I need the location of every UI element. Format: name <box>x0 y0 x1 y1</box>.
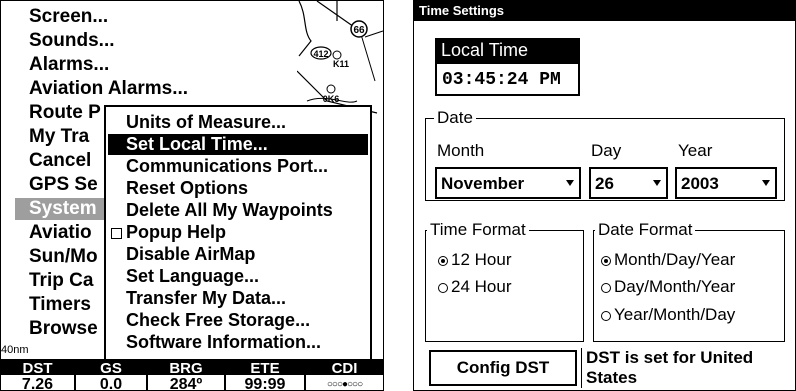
submenu-software-information[interactable]: Software Information... <box>126 332 321 353</box>
chevron-down-icon <box>566 180 574 186</box>
gps-main-menu-screen: Screen... Sounds... Alarms... Aviation A… <box>0 0 384 391</box>
map-waypoint-k11: K11 <box>333 59 349 69</box>
status-bar: DST 7.26 GS 0.0 BRG 284º ETE 99:99 CDI ○… <box>1 359 383 391</box>
year-dropdown[interactable]: 2003 <box>675 167 777 199</box>
status-cdi-value: ○○○●○○○ <box>326 379 363 390</box>
submenu-delete-all-waypoints[interactable]: Delete All My Waypoints <box>126 200 333 221</box>
radio-24-hour[interactable] <box>438 283 448 293</box>
local-time-value: 03:45:24 PM <box>442 70 561 90</box>
time-format-legend: Time Format <box>427 220 529 240</box>
status-brg: BRG 284º <box>148 361 226 391</box>
month-label: Month <box>437 141 485 160</box>
day-label: Day <box>591 141 622 160</box>
radio-12-hour[interactable] <box>438 256 448 266</box>
menu-item-sounds[interactable]: Sounds... <box>29 30 115 52</box>
menu-item-timers[interactable]: Timers <box>29 294 91 316</box>
day-dropdown[interactable]: 26 <box>589 167 668 199</box>
option-12-hour[interactable]: 12 Hour <box>451 250 511 270</box>
map-route-412: 412 <box>313 49 328 59</box>
date-legend: Date <box>434 108 476 128</box>
menu-item-sun-moon[interactable]: Sun/Mo <box>29 246 98 268</box>
submenu-communications-port[interactable]: Communications Port... <box>126 156 328 177</box>
menu-item-aviation-alarms[interactable]: Aviation Alarms... <box>29 78 188 100</box>
status-ete-value: 99:99 <box>244 376 286 391</box>
date-format-legend: Date Format <box>595 220 696 240</box>
submenu-units-of-measure[interactable]: Units of Measure... <box>126 112 286 133</box>
status-ete: ETE 99:99 <box>226 361 306 391</box>
dst-status-text: DST is set for United States <box>581 348 787 388</box>
time-settings-dialog: Time Settings Local Time 03:45:24 PM Dat… <box>413 0 796 391</box>
status-gs-value: 0.0 <box>99 376 123 391</box>
status-dst-value: 7.26 <box>21 376 54 391</box>
menu-item-alarms[interactable]: Alarms... <box>29 54 109 76</box>
radio-year-month-day[interactable] <box>601 311 611 321</box>
local-time-label: Local Time <box>435 38 580 62</box>
status-brg-label: BRG <box>148 361 224 375</box>
submenu-popup-help[interactable]: Popup Help <box>126 222 226 243</box>
chevron-down-icon <box>762 180 770 186</box>
submenu-disable-airmap[interactable]: Disable AirMap <box>126 244 255 265</box>
option-24-hour[interactable]: 24 Hour <box>451 277 511 297</box>
menu-item-screen[interactable]: Screen... <box>29 6 108 28</box>
month-value: November <box>441 174 525 193</box>
status-ete-label: ETE <box>226 361 304 375</box>
status-cdi-label: CDI <box>306 361 383 375</box>
system-setup-submenu: Units of Measure... Set Local Time... Co… <box>104 105 372 367</box>
local-time-field[interactable]: 03:45:24 PM <box>435 62 580 96</box>
menu-item-my-trails[interactable]: My Tra <box>29 126 89 148</box>
status-gs-label: GS <box>76 361 146 375</box>
radio-day-month-year[interactable] <box>601 283 611 293</box>
day-value: 26 <box>595 174 614 193</box>
submenu-check-free-storage[interactable]: Check Free Storage... <box>126 310 310 331</box>
month-dropdown[interactable]: November <box>435 167 581 199</box>
menu-item-route-planning[interactable]: Route P <box>29 102 101 124</box>
year-value: 2003 <box>681 174 719 193</box>
popup-help-checkbox[interactable] <box>111 228 122 239</box>
menu-item-browse[interactable]: Browse <box>29 318 98 340</box>
map-preview[interactable]: 66 412 K11 0K6 <box>297 1 383 121</box>
config-dst-button[interactable]: Config DST <box>429 350 577 386</box>
menu-item-cancel[interactable]: Cancel <box>29 150 91 172</box>
submenu-set-local-time[interactable]: Set Local Time... <box>108 134 368 155</box>
year-label: Year <box>678 141 713 160</box>
dialog-title: Time Settings <box>414 1 795 21</box>
option-day-month-year[interactable]: Day/Month/Year <box>614 277 735 297</box>
map-waypoint-0k6: 0K6 <box>323 94 340 104</box>
menu-item-aviation[interactable]: Aviatio <box>29 222 92 244</box>
menu-item-gps-setup[interactable]: GPS Se <box>29 174 98 196</box>
status-dst-label: DST <box>1 361 74 375</box>
status-cdi: CDI ○○○●○○○ <box>306 361 383 390</box>
menu-item-trip-calculator[interactable]: Trip Ca <box>29 270 93 292</box>
map-scale: 40nm <box>1 344 29 356</box>
radio-month-day-year[interactable] <box>601 256 611 266</box>
status-dst: DST 7.26 <box>1 361 76 391</box>
option-month-day-year[interactable]: Month/Day/Year <box>614 250 735 270</box>
map-route-66: 66 <box>353 25 365 36</box>
submenu-set-language[interactable]: Set Language... <box>126 266 259 287</box>
status-gs: GS 0.0 <box>76 361 148 391</box>
option-year-month-day[interactable]: Year/Month/Day <box>614 305 735 325</box>
chevron-down-icon <box>653 180 661 186</box>
status-brg-value: 284º <box>169 376 203 391</box>
submenu-reset-options[interactable]: Reset Options <box>126 178 248 199</box>
submenu-transfer-my-data[interactable]: Transfer My Data... <box>126 288 286 309</box>
